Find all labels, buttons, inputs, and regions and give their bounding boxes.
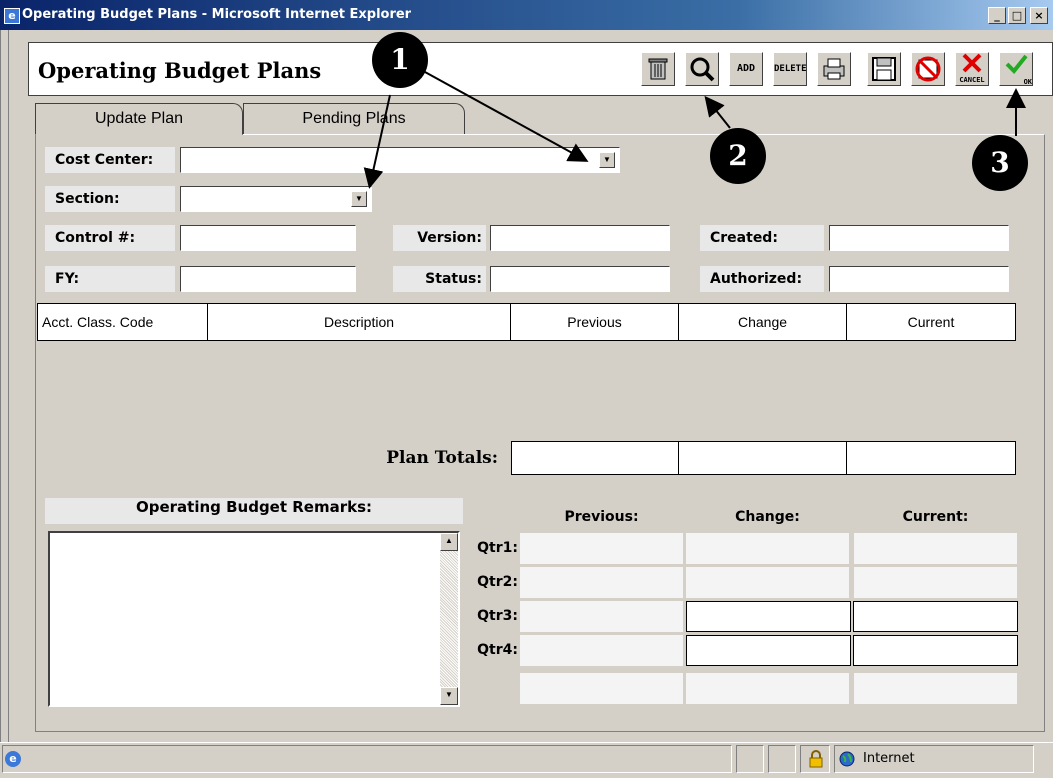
tab-update-plan[interactable]: Update Plan: [35, 103, 243, 135]
callout-2: 2: [710, 128, 766, 184]
callout-3: 3: [972, 135, 1028, 191]
callout-1: 1: [372, 32, 428, 88]
